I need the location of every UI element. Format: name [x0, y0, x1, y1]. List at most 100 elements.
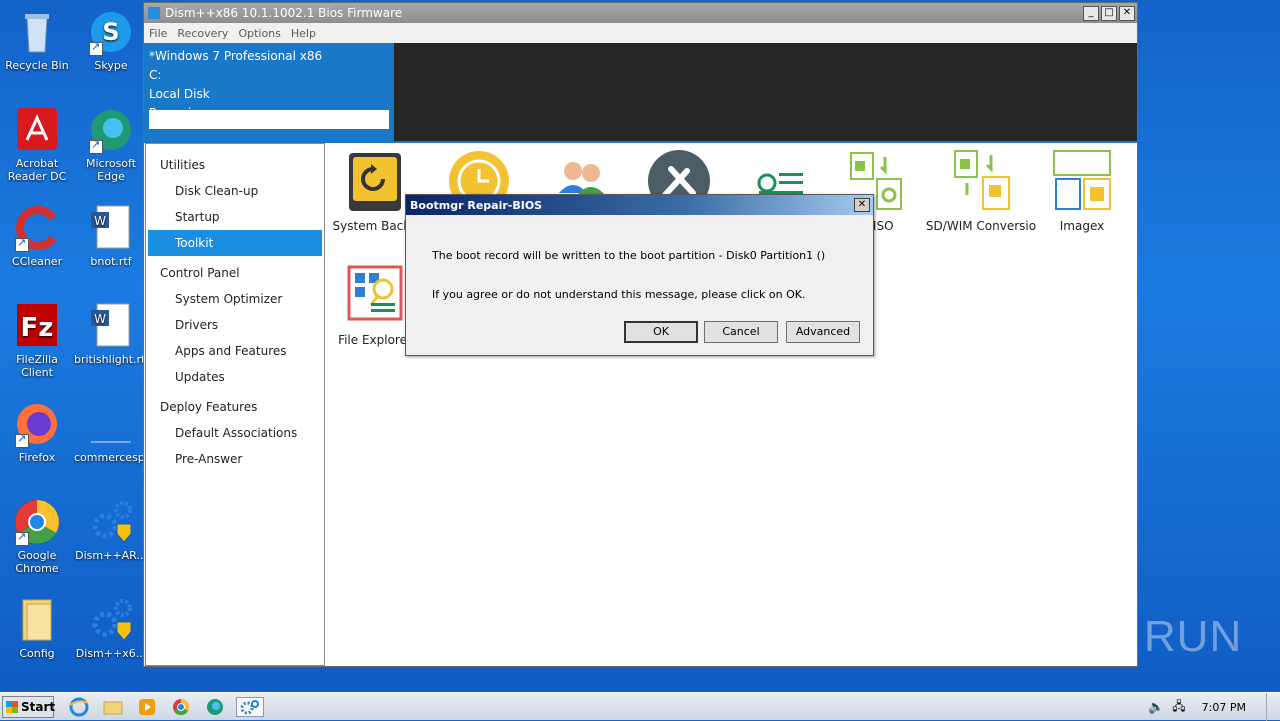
sidebar-item-apps-features[interactable]: Apps and Features [148, 338, 322, 364]
window-titlebar[interactable]: Dism++x86 10.1.1002.1 Bios Firmware _ □ … [144, 3, 1137, 23]
session-list-area [394, 43, 1137, 141]
desktop-icon-bnot[interactable]: W bnot.rtf [74, 204, 148, 268]
ie-taskbar-icon[interactable] [68, 697, 90, 717]
desktop-icon-config[interactable]: Config [0, 596, 74, 660]
sidebar-item-drivers[interactable]: Drivers [148, 312, 322, 338]
ok-button[interactable]: OK [624, 321, 698, 343]
skype-icon: S [87, 8, 135, 56]
desktop-icon-filezilla[interactable]: Fz FileZilla Client [0, 302, 74, 379]
dism-gear-icon [87, 596, 135, 644]
tool-imagex[interactable]: Imagex [1029, 149, 1135, 233]
session-pane[interactable]: *Windows 7 Professional x86 C: Local Dis… [144, 43, 394, 141]
svg-text:S: S [102, 18, 119, 46]
desktop-icon-britishlight[interactable]: W britishlight.rtf [74, 302, 149, 366]
sidebar-item-toolkit[interactable]: Toolkit [148, 230, 322, 256]
desktop-icon-label: Dism++AR... [75, 549, 147, 562]
windows-logo-icon [6, 701, 18, 713]
sidebar-item-default-associations[interactable]: Default Associations [148, 420, 322, 446]
firefox-icon [13, 400, 61, 448]
desktop-icon-label: Skype [94, 59, 128, 72]
session-disk: Local Disk [149, 87, 210, 101]
window-title: Dism++x86 10.1.1002.1 Bios Firmware [165, 6, 403, 20]
imagex-icon [1050, 149, 1114, 213]
sidebar: Utilities Disk Clean-up Startup Toolkit … [145, 143, 325, 666]
recycle-bin-icon [13, 8, 61, 56]
session-progress-bar [149, 110, 389, 129]
menu-bar: File Recovery Options Help [144, 23, 1137, 43]
filezilla-icon: Fz [13, 302, 61, 350]
maximize-button[interactable]: □ [1101, 5, 1117, 21]
chrome-taskbar-icon[interactable] [170, 697, 192, 717]
sidebar-item-disk-cleanup[interactable]: Disk Clean-up [148, 178, 322, 204]
network-icon[interactable]: 🖧 [1172, 697, 1185, 718]
sidebar-item-startup[interactable]: Startup [148, 204, 322, 230]
ccleaner-icon [13, 204, 61, 252]
blank-file-icon [87, 400, 135, 448]
sidebar-item-updates[interactable]: Updates [148, 364, 322, 390]
desktop-icon-firefox[interactable]: Firefox [0, 400, 74, 464]
svg-text:W: W [94, 312, 106, 326]
desktop-icon-label: Microsoft Edge [85, 157, 137, 183]
app-icon [148, 7, 160, 19]
menu-help[interactable]: Help [291, 27, 316, 40]
desktop-icon-label: FileZilla Client [16, 353, 58, 379]
edge-taskbar-icon[interactable] [204, 697, 226, 717]
desktop-icon-label: commercesp... [74, 451, 156, 464]
advanced-button[interactable]: Advanced [786, 321, 860, 343]
start-button[interactable]: Start [2, 696, 55, 718]
dism-gear-icon [87, 498, 135, 546]
menu-options[interactable]: Options [238, 27, 280, 40]
desktop-icon-label: Google Chrome [15, 549, 59, 575]
acrobat-icon [13, 106, 61, 154]
session-drive: C: [149, 68, 162, 82]
word-document-icon: W [87, 302, 135, 350]
sidebar-group-control-panel[interactable]: Control Panel [146, 260, 324, 286]
desktop-icon-commercesp[interactable]: commercesp... [74, 400, 156, 464]
desktop-icon-acrobat[interactable]: Acrobat Reader DC [0, 106, 74, 183]
desktop-icon-recycle-bin[interactable]: Recycle Bin [0, 8, 74, 72]
minimize-button[interactable]: _ [1083, 5, 1099, 21]
dialog-close-button[interactable]: ✕ [854, 198, 870, 212]
desktop-icon-label: Firefox [18, 451, 56, 464]
bootmgr-repair-dialog: Bootmgr Repair-BIOS ✕ The boot record wi… [405, 194, 874, 356]
dialog-title: Bootmgr Repair-BIOS [410, 198, 543, 212]
desktop-icon-dism-x64[interactable]: Dism++x6... [74, 596, 148, 660]
show-desktop-button[interactable] [1266, 693, 1280, 721]
wim-conversion-icon [949, 149, 1013, 213]
desktop-icon-label: Dism++x6... [75, 647, 147, 660]
tool-label: SD/WIM Conversio [925, 219, 1037, 233]
dialog-message-boot-record: The boot record will be written to the b… [432, 249, 826, 262]
taskbar-clock[interactable]: 7:07 PM [1202, 701, 1246, 714]
dialog-message-agree: If you agree or do not understand this m… [432, 288, 806, 301]
sidebar-item-system-optimizer[interactable]: System Optimizer [148, 286, 322, 312]
menu-file[interactable]: File [149, 27, 167, 40]
tool-label: Imagex [1059, 219, 1105, 233]
backup-drive-icon [343, 149, 407, 213]
sidebar-group-utilities[interactable]: Utilities [146, 152, 324, 178]
desktop-icon-ccleaner[interactable]: CCleaner [0, 204, 74, 268]
media-player-taskbar-icon[interactable] [136, 697, 158, 717]
desktop-icon-chrome[interactable]: Google Chrome [0, 498, 74, 575]
sidebar-group-deploy-features[interactable]: Deploy Features [146, 394, 324, 420]
file-explorer-icon [343, 263, 407, 327]
word-document-icon: W [87, 204, 135, 252]
dism-taskbar-icon[interactable] [236, 697, 264, 717]
desktop-icon-skype[interactable]: S Skype [74, 8, 148, 72]
cancel-button[interactable]: Cancel [704, 321, 778, 343]
desktop-icon-label: CCleaner [11, 255, 63, 268]
svg-text:Fz: Fz [21, 313, 54, 343]
chrome-icon [13, 498, 61, 546]
desktop-icon-label: Acrobat Reader DC [7, 157, 67, 183]
explorer-taskbar-icon[interactable] [102, 697, 124, 717]
desktop-icon-label: bnot.rtf [90, 255, 132, 268]
sidebar-item-pre-answer[interactable]: Pre-Answer [148, 446, 322, 472]
tool-wim-conversion[interactable]: SD/WIM Conversio [925, 149, 1037, 233]
desktop-icon-dism-ar[interactable]: Dism++AR... [74, 498, 148, 562]
volume-icon[interactable]: 🔈 [1148, 700, 1164, 715]
close-button[interactable]: ✕ [1119, 5, 1135, 21]
dialog-titlebar[interactable]: Bootmgr Repair-BIOS ✕ [406, 195, 873, 215]
desktop-icon-label: Recycle Bin [5, 59, 69, 72]
menu-recovery[interactable]: Recovery [177, 27, 228, 40]
desktop-icon-label: Config [19, 647, 55, 660]
desktop-icon-edge[interactable]: Microsoft Edge [74, 106, 148, 183]
